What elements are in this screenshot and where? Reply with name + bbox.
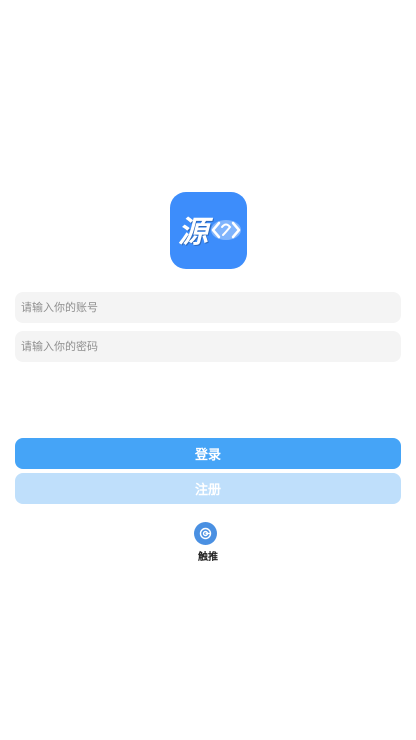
register-button[interactable]: 注册: [15, 473, 401, 504]
touch-icon: [199, 527, 212, 540]
code-brackets-icon: [211, 220, 241, 240]
password-input[interactable]: [15, 331, 401, 362]
app-logo: 源: [170, 192, 247, 269]
account-input[interactable]: [15, 292, 401, 323]
touch-push-icon[interactable]: [194, 522, 217, 545]
login-button[interactable]: 登录: [15, 438, 401, 469]
logo-text: 源: [178, 215, 208, 250]
touch-push-label[interactable]: 触推: [0, 548, 416, 563]
